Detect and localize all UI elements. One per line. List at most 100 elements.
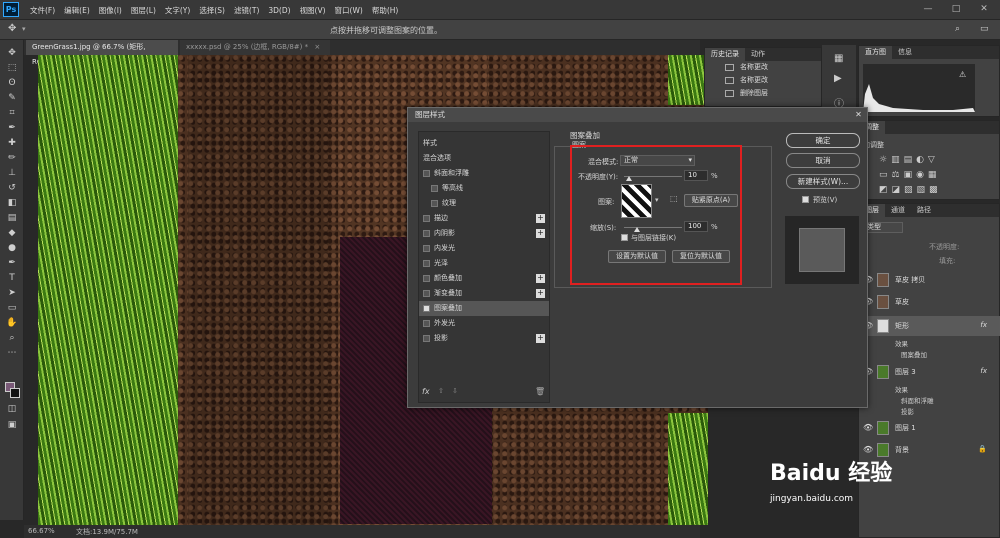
tab-actions[interactable]: 动作 [745,48,771,61]
style-item[interactable]: 投影 + [419,331,549,346]
style-checkbox[interactable] [423,275,430,282]
style-item[interactable]: 纹理 [419,196,549,211]
style-checkbox[interactable] [423,335,430,342]
tab-channels[interactable]: 通道 [885,204,911,217]
background-color-swatch[interactable] [10,388,20,398]
layer-kind-filter[interactable]: 类型 [863,222,903,233]
effect-pattern-overlay[interactable]: 图案叠加 [901,349,927,359]
screen-mode-icon[interactable]: ▣ [4,418,20,432]
visibility-eye-icon[interactable]: 👁 [863,445,873,454]
marquee-tool-icon[interactable]: ⬚ [4,61,20,75]
style-item[interactable]: 等高线 [419,181,549,196]
style-checkbox[interactable] [423,170,430,177]
move-down-icon[interactable]: ⇩ [452,387,458,395]
add-style-icon[interactable]: + [536,229,545,238]
effect-drop-shadow[interactable]: 投影 [901,406,914,416]
style-item[interactable]: 内发光 [419,241,549,256]
more-tools-icon[interactable]: ⋯ [4,346,20,360]
menu-item[interactable]: 帮助(H) [372,5,399,16]
blur-tool-icon[interactable]: ◆ [4,226,20,240]
style-checkbox[interactable] [431,200,438,207]
maximize-button[interactable]: □ [946,3,966,16]
menu-item[interactable]: 图层(L) [131,5,156,16]
blend-options-item[interactable]: 混合选项 [419,151,549,166]
style-item[interactable]: 渐变叠加 + [419,286,549,301]
style-checkbox[interactable] [423,215,430,222]
dialog-close-icon[interactable]: ✕ [853,110,864,120]
history-item[interactable]: 名称更改 [705,74,821,87]
style-checkbox[interactable] [423,260,430,267]
type-tool-icon[interactable]: T [4,271,20,285]
new-style-button[interactable]: 新建样式(W)... [786,174,860,189]
ok-button[interactable]: 确定 [786,133,860,148]
preview-checkbox[interactable] [802,196,809,203]
menu-item[interactable]: 视图(V) [300,5,326,16]
style-checkbox[interactable] [423,320,430,327]
style-checkbox[interactable] [423,245,430,252]
history-icon[interactable]: ▦ [834,53,843,64]
healing-brush-icon[interactable]: ✚ [4,136,20,150]
move-tool-icon[interactable]: ✥ [4,46,20,60]
layer-row-selected[interactable]: 👁 矩形 fx [859,316,1000,336]
dodge-tool-icon[interactable]: ● [4,241,20,255]
style-item[interactable]: 光泽 [419,256,549,271]
style-checkbox[interactable] [423,230,430,237]
styles-header[interactable]: 样式 [419,136,549,151]
tab-paths[interactable]: 路径 [911,204,937,217]
eyedropper-icon[interactable]: ✒ [4,121,20,135]
history-item[interactable]: 名称更改 [705,61,821,74]
crop-tool-icon[interactable]: ⌗ [4,106,20,120]
style-item[interactable]: 颜色叠加 + [419,271,549,286]
brush-tool-icon[interactable]: ✏ [4,151,20,165]
tab-histogram[interactable]: 直方图 [859,46,892,59]
quick-mask-icon[interactable]: ◫ [4,402,20,416]
menu-item[interactable]: 窗口(W) [335,5,363,16]
move-tool-icon[interactable]: ✥ [8,23,16,34]
tab-xxxxx[interactable]: xxxxx.psd @ 25% (边框, RGB/8#) * × [180,40,330,55]
style-item[interactable]: 斜面和浮雕 [419,166,549,181]
menu-item[interactable]: 滤镜(T) [234,5,259,16]
menu-item[interactable]: 选择(S) [199,5,225,16]
path-select-icon[interactable]: ➤ [4,286,20,300]
visibility-eye-icon[interactable]: 👁 [863,423,873,432]
zoom-level[interactable]: 66.67% [28,527,55,535]
layer-fx-badge[interactable]: fx [980,367,987,375]
workspace-icon[interactable]: ▭ [980,24,989,34]
quick-select-icon[interactable]: ✎ [4,91,20,105]
style-checkbox[interactable] [423,305,430,312]
style-item[interactable]: 内阴影 + [419,226,549,241]
zoom-tool-icon[interactable]: ⌕ [4,331,20,345]
clone-stamp-icon[interactable]: ⊥ [4,166,20,180]
dialog-title[interactable]: 图层样式 [408,108,867,122]
layer-row[interactable]: 👁 草皮 [859,292,1000,312]
menu-item[interactable]: 文字(Y) [165,5,190,16]
tab-info[interactable]: 信息 [892,46,918,59]
menu-item[interactable]: 文件(F) [30,5,55,16]
style-item[interactable]: 图案叠加 [419,301,549,316]
add-style-icon[interactable]: + [536,214,545,223]
layer-fx-badge[interactable]: fx [980,321,987,329]
pen-tool-icon[interactable]: ✒ [4,256,20,270]
history-item[interactable]: 删除图层 [705,87,821,100]
layer-row[interactable]: 👁 草皮 拷贝 [859,270,1000,290]
cancel-button[interactable]: 取消 [786,153,860,168]
shape-tool-icon[interactable]: ▭ [4,301,20,315]
trash-icon[interactable]: 🗑 [535,387,545,396]
eraser-icon[interactable]: ◧ [4,196,20,210]
history-brush-icon[interactable]: ↺ [4,181,20,195]
effect-bevel[interactable]: 斜面和浮雕 [901,395,934,405]
menu-item[interactable]: 3D(D) [268,6,290,15]
menu-item[interactable]: 图像(I) [99,5,122,16]
chevron-down-icon[interactable]: ▾ [22,25,26,33]
add-style-icon[interactable]: + [536,289,545,298]
actions-icon[interactable]: ▶ [834,73,842,84]
style-item[interactable]: 描边 + [419,211,549,226]
style-checkbox[interactable] [423,290,430,297]
fx-menu-icon[interactable]: fx [422,387,430,396]
adjustment-icons[interactable]: ☼▥▤◐▽ ▭⚖▣◉▦ ◩◪▨▧▩ [879,153,999,197]
close-button[interactable]: ✕ [974,3,994,16]
tab-close-icon[interactable]: × [314,43,320,51]
menu-item[interactable]: 编辑(E) [64,5,90,16]
tab-history[interactable]: 历史记录 [705,48,745,61]
style-checkbox[interactable] [431,185,438,192]
